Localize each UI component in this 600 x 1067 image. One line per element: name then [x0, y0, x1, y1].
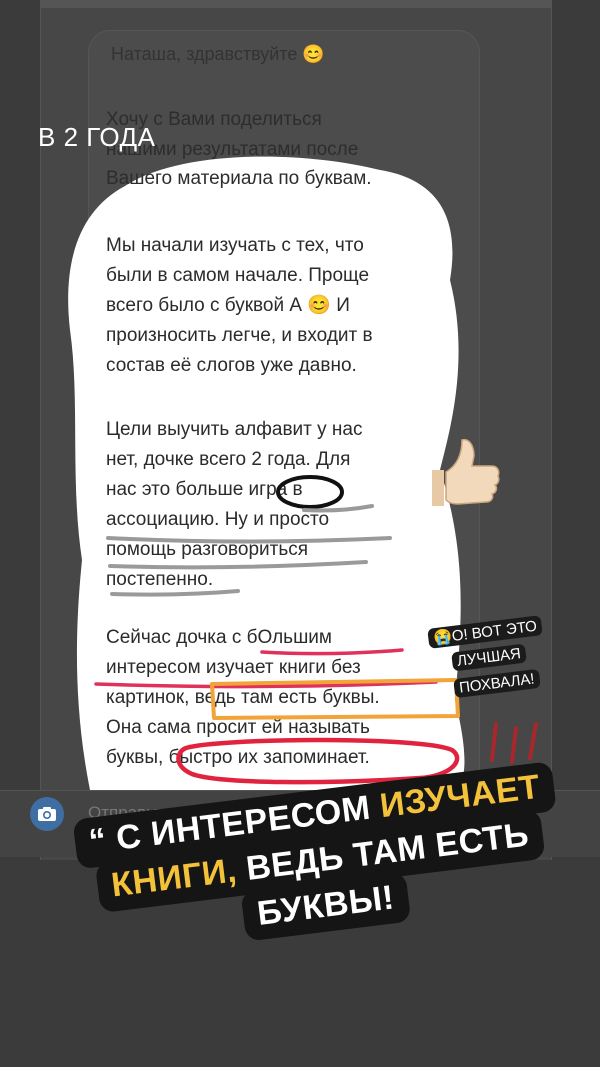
- message-line: интересом изучает книги без: [106, 657, 361, 678]
- message-line: произносить легче, и входит в: [106, 325, 373, 346]
- quote-part: БУКВЫ!: [255, 878, 397, 933]
- message-line: помощь разговориться: [106, 539, 309, 560]
- message-line: Сейчас дочка с бОльшим: [106, 627, 332, 648]
- message-greeting: Наташа, здравствуйте 😊: [111, 44, 325, 64]
- story-label: В 2 ГОДА: [38, 122, 156, 152]
- message-line: Вашего материала по буквам.: [106, 168, 372, 189]
- message-line: всего было с буквой А 😊 И: [106, 295, 350, 316]
- camera-icon: [38, 807, 56, 821]
- status-strip: [41, 0, 551, 8]
- message-line: Она сама просит ей называть: [106, 717, 370, 738]
- message-line: нас это больше игра в: [106, 479, 303, 500]
- message-line: состав её слогов уже давно.: [106, 355, 357, 376]
- reaction-line: ПОХВАЛА!: [453, 668, 541, 699]
- message-line: ассоциацию. Ну и просто: [106, 509, 330, 530]
- thumbs-up-icon: [432, 438, 500, 506]
- message-line: буквы, быстро их запоминает.: [106, 747, 370, 768]
- reaction-line: ЛУЧШАЯ: [451, 643, 527, 672]
- message-line: были в самом начале. Проще: [106, 265, 370, 286]
- message-line: нашими результатами после: [106, 139, 359, 160]
- quote-part: КНИГИ,: [109, 850, 249, 905]
- message-line: Мы начали изучать с тех, что: [106, 235, 364, 256]
- message-line: Хочу с Вами поделиться: [106, 109, 322, 130]
- message-line: постепенно.: [106, 569, 214, 590]
- reaction-line: 😭О! ВОТ ЭТО: [427, 615, 543, 649]
- message-line: Цели выучить алфавит у нас: [106, 419, 363, 440]
- emphasis-marks: [490, 722, 538, 764]
- story-screen: Отправьте сообщение... Наташа, здравству…: [0, 0, 600, 1067]
- reaction-sticker: 😭О! ВОТ ЭТО ЛУЧШАЯ ПОХВАЛА!: [427, 615, 588, 718]
- message-line: нет, дочке всего 2 года. Для: [106, 449, 351, 470]
- quote-banner: “ С ИНТЕРЕСОМ ИЗУЧАЕТ КНИГИ, ВЕДЬ ТАМ ЕС…: [60, 761, 580, 990]
- message-line: картинок, ведь там есть буквы.: [106, 687, 380, 708]
